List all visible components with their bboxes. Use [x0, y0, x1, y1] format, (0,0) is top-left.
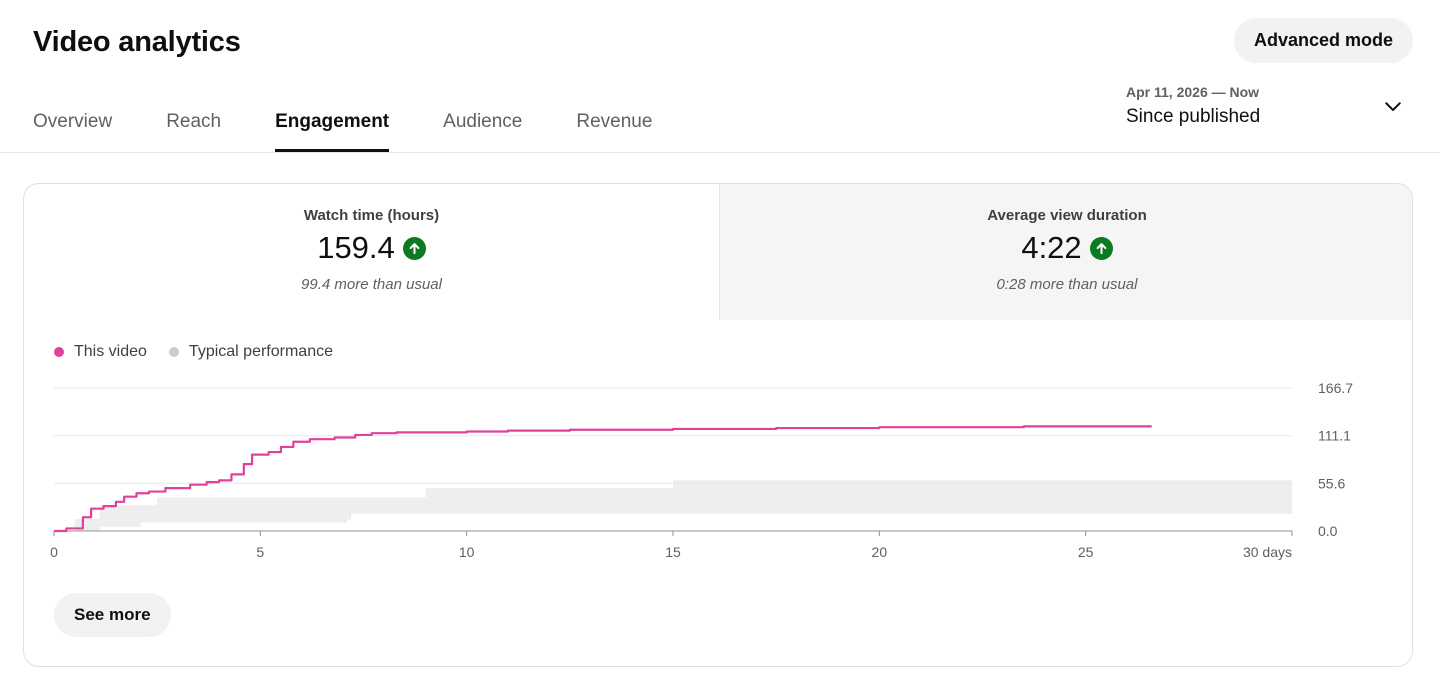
advanced-mode-button[interactable]: Advanced mode	[1233, 18, 1413, 63]
x-tick-label: 25	[1078, 544, 1094, 560]
metric-watch-time[interactable]: Watch time (hours) 159.4 99.4 more than …	[24, 184, 719, 320]
y-tick-label: 111.1	[1318, 428, 1351, 444]
x-tick-label: 20	[872, 544, 888, 560]
legend-item-this-video: This video	[54, 343, 147, 361]
x-tick-label: 5	[256, 544, 264, 560]
tab-engagement[interactable]: Engagement	[275, 100, 390, 152]
chart-legend: This video Typical performance	[54, 343, 355, 361]
y-tick-label: 166.7	[1318, 380, 1353, 396]
y-tick-label: 55.6	[1318, 475, 1345, 491]
x-tick-label: 15	[665, 544, 681, 560]
typical-performance-band	[74, 480, 1293, 531]
y-tick-label: 0.0	[1318, 523, 1338, 539]
metric-label: Watch time (hours)	[303, 207, 440, 224]
metric-note: 0:28 more than usual	[996, 276, 1138, 293]
watch-time-chart: 0.0 55.6 111.1 166.7 0 5 10 15 20 25 30 days	[50, 380, 1353, 560]
legend-dot	[168, 347, 179, 357]
legend-item-typical-performance: Typical performance	[168, 343, 333, 361]
tab-revenue[interactable]: Revenue	[576, 100, 652, 152]
header-divider	[0, 152, 1440, 153]
tab-reach[interactable]: Reach	[166, 100, 221, 152]
x-tick-label: 0	[50, 544, 58, 560]
metric-note: 99.4 more than usual	[301, 276, 442, 293]
metric-value: 159.4	[317, 230, 395, 265]
legend-label: Typical performance	[188, 343, 333, 360]
metric-label: Average view duration	[987, 207, 1147, 224]
arrow-up-icon	[402, 236, 426, 260]
tab-overview[interactable]: Overview	[33, 100, 112, 152]
tab-audience[interactable]: Audience	[443, 100, 522, 152]
date-range-selector[interactable]: Apr 11, 2026 — Now Since published	[1126, 84, 1416, 136]
date-range-label: Since published	[1126, 106, 1261, 127]
metric-average-view-duration[interactable]: Average view duration 4:22 0:28 more tha…	[719, 184, 1412, 320]
tab-bar: Overview Reach Engagement Audience Reven…	[33, 100, 706, 152]
x-tick-label: 30 days	[1243, 544, 1292, 560]
metric-value: 4:22	[1021, 230, 1082, 265]
chevron-down-icon	[1385, 102, 1401, 111]
arrow-up-icon	[1089, 236, 1113, 260]
legend-dot	[54, 347, 64, 357]
engagement-card: Watch time (hours) 159.4 99.4 more than …	[23, 183, 1413, 667]
page-title: Video analytics	[33, 26, 241, 58]
date-range-dates: Apr 11, 2026 — Now	[1126, 84, 1260, 100]
legend-label: This video	[74, 343, 147, 360]
see-more-button[interactable]: See more	[54, 593, 171, 637]
x-tick-label: 10	[459, 544, 475, 560]
